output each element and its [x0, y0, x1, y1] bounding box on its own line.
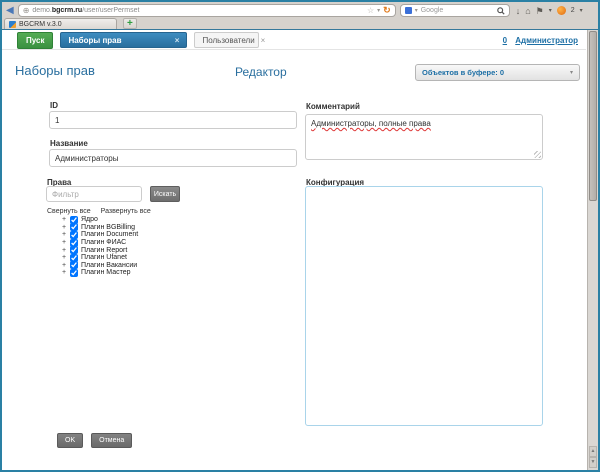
tree-node-label: Плагин Мастер [81, 269, 131, 276]
tree-row[interactable]: + Ядро [49, 216, 138, 224]
tree-node-label: Ядро [81, 216, 98, 223]
id-label: ID [50, 101, 58, 110]
tree-node-label: Плагин BGBilling [81, 224, 135, 231]
browser-tab[interactable]: BGCRM v.3.0 [4, 18, 117, 29]
editor-title: Редактор [235, 65, 287, 79]
search-rights-button[interactable]: Искать [150, 186, 180, 202]
expander-plus-icon[interactable]: + [62, 216, 67, 223]
scrollbar-arrows: ▲ ▼ [588, 446, 598, 468]
tab-close-icon[interactable]: × [261, 36, 266, 45]
back-button[interactable]: ◀ [6, 6, 14, 16]
comment-label: Комментарий [306, 102, 360, 111]
tree-checkbox[interactable] [70, 269, 78, 277]
config-textarea[interactable] [305, 186, 543, 426]
search-engine-icon [405, 7, 412, 14]
user-link[interactable]: Администратор [515, 36, 578, 45]
tree-node-label: Плагин Вакансии [81, 262, 137, 269]
id-input[interactable] [49, 111, 297, 129]
tab-close-icon[interactable]: × [175, 36, 180, 45]
name-label: Название [50, 139, 88, 148]
filter-input[interactable] [46, 186, 142, 202]
url-prefix: demo. [32, 7, 51, 14]
resize-grip[interactable] [534, 151, 541, 158]
app-tab-users[interactable]: Пользователи × [194, 32, 259, 48]
rights-tree: + Ядро + Плагин BGBilling + Плагин Docum… [49, 216, 138, 277]
search-placeholder: Google [421, 7, 494, 14]
url-dropdown-icon[interactable]: ▾ [377, 7, 380, 14]
user-count-link[interactable]: 0 [503, 36, 507, 45]
tree-row[interactable]: + Плагин Ufanet [49, 254, 138, 262]
browser-tab-title: BGCRM v.3.0 [19, 21, 62, 28]
tree-row[interactable]: + Плагин BGBilling [49, 224, 138, 232]
url-domain: bgcrm.ru [52, 7, 82, 14]
firefox-menu-icon[interactable] [557, 6, 566, 15]
chevron-down-icon: ▾ [570, 69, 573, 76]
collapse-all-link[interactable]: Свернуть все [47, 208, 91, 215]
form-actions: OK Отмена [57, 433, 132, 448]
bookmark-star-icon[interactable]: ☆ [367, 6, 374, 15]
search-engine-dropdown-icon[interactable]: ▾ [415, 7, 418, 14]
tree-row[interactable]: + Плагин Document [49, 231, 138, 239]
expander-plus-icon[interactable]: + [62, 254, 67, 261]
comment-text: Администраторы, полные права [311, 119, 431, 128]
app-tabbar: Пуск Наборы прав × Пользователи × 0 Адми… [2, 31, 586, 50]
browser-window: ◀ ⊕ demo.bgcrm.ru/user/userPermset ☆ ▾ ↻… [0, 0, 600, 472]
toolbar-icons: ↓ ⌂ ⚑ ▾ 2 ▾ [516, 6, 583, 16]
buffer-select[interactable]: Объектов в буфере: 0 ▾ [415, 64, 580, 81]
expander-plus-icon[interactable]: + [62, 239, 67, 246]
tree-row[interactable]: + Плагин Report [49, 246, 138, 254]
url-path: /user/userPermset [82, 7, 139, 14]
reload-icon[interactable]: ↻ [383, 5, 391, 16]
ok-button[interactable]: OK [57, 433, 83, 448]
name-input[interactable] [49, 149, 297, 167]
toolbar-dropdown-icon[interactable]: ▾ [549, 6, 552, 16]
tree-node-label: Плагин ФИАС [81, 239, 126, 246]
tree-node-label: Плагин Report [81, 247, 127, 254]
tree-links: Свернуть все Развернуть все [47, 208, 159, 215]
app-tab-permsets[interactable]: Наборы прав × [60, 32, 187, 48]
url-bar[interactable]: ⊕ demo.bgcrm.ru/user/userPermset ☆ ▾ ↻ [18, 4, 396, 17]
page-title: Наборы прав [15, 63, 95, 78]
user-area: 0 Администратор [497, 36, 578, 45]
url-text[interactable]: demo.bgcrm.ru/user/userPermset [32, 7, 364, 14]
expand-all-link[interactable]: Развернуть все [101, 208, 151, 215]
home-icon[interactable]: ⌂ [525, 6, 530, 16]
expander-plus-icon[interactable]: + [62, 262, 67, 269]
start-button[interactable]: Пуск [17, 32, 53, 49]
cancel-button[interactable]: Отмена [91, 433, 132, 448]
vertical-scrollbar[interactable]: ▲ ▼ [587, 30, 598, 470]
comment-textarea[interactable]: Администраторы, полные права [305, 114, 543, 160]
expander-plus-icon[interactable]: + [62, 269, 67, 276]
app-tab-label: Пользователи [202, 36, 254, 45]
browser-toolbar: ◀ ⊕ demo.bgcrm.ru/user/userPermset ☆ ▾ ↻… [2, 2, 598, 18]
app-tab-label: Наборы прав [68, 36, 121, 45]
site-identity-icon: ⊕ [23, 6, 30, 15]
firefox-menu-dropdown-icon[interactable]: ▾ [580, 6, 583, 16]
tree-row[interactable]: + Плагин ФИАС [49, 239, 138, 247]
expander-plus-icon[interactable]: + [62, 224, 67, 231]
bgcrm-favicon [9, 21, 16, 28]
browser-tabstrip: BGCRM v.3.0 + [2, 18, 598, 29]
scrollbar-thumb[interactable] [589, 31, 597, 201]
tree-row[interactable]: + Плагин Мастер [49, 269, 138, 277]
scroll-up-icon[interactable]: ▲ [589, 446, 597, 457]
search-go-icon[interactable] [497, 7, 505, 15]
expander-plus-icon[interactable]: + [62, 247, 67, 254]
tree-node-label: Плагин Document [81, 231, 138, 238]
downloads-icon[interactable]: ↓ [516, 6, 521, 16]
new-tab-button[interactable]: + [123, 18, 137, 29]
tree-node-label: Плагин Ufanet [81, 254, 127, 261]
page-content: Пуск Наборы прав × Пользователи × 0 Адми… [2, 29, 598, 470]
expander-plus-icon[interactable]: + [62, 231, 67, 238]
tree-row[interactable]: + Плагин Вакансии [49, 262, 138, 270]
firefox-menu-badge: 2 [571, 7, 575, 14]
bookmarks-icon[interactable]: ⚑ [536, 6, 544, 16]
buffer-select-value: Объектов в буфере: 0 [422, 68, 570, 77]
scroll-down-icon[interactable]: ▼ [589, 457, 597, 468]
search-bar[interactable]: ▾ Google [400, 4, 510, 17]
